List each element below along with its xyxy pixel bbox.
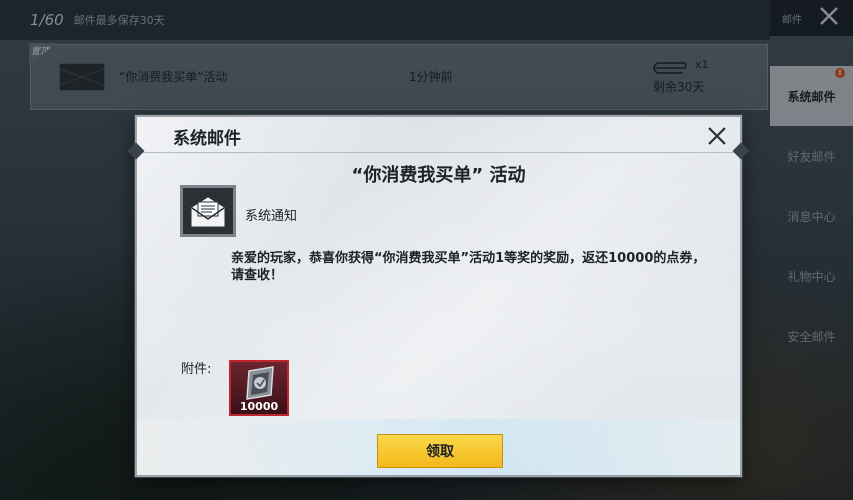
- claim-button[interactable]: 领取: [377, 434, 503, 468]
- close-icon[interactable]: [706, 125, 728, 147]
- sender-name: 系统通知: [245, 209, 298, 224]
- dialog-title: 系统邮件: [173, 129, 241, 149]
- mail-detail-dialog: 系统邮件 “你消费我买单” 活动 系统通知 亲爱的玩家，恭喜你获得“你消费我买单…: [127, 115, 750, 477]
- attachment-item-coupon[interactable]: 10000: [229, 360, 289, 416]
- dialog-header: 系统邮件: [137, 117, 740, 153]
- attachment-label: 附件:: [181, 362, 212, 377]
- mail-subject: “你消费我买单” 活动: [351, 165, 526, 186]
- mail-body-text: 亲爱的玩家，恭喜你获得“你消费我买单”活动1等奖的奖励，返还10000的点券，请…: [231, 251, 706, 283]
- attachment-quantity: 10000: [239, 400, 279, 413]
- open-envelope-icon: [180, 185, 236, 237]
- coupon-icon: [246, 366, 274, 400]
